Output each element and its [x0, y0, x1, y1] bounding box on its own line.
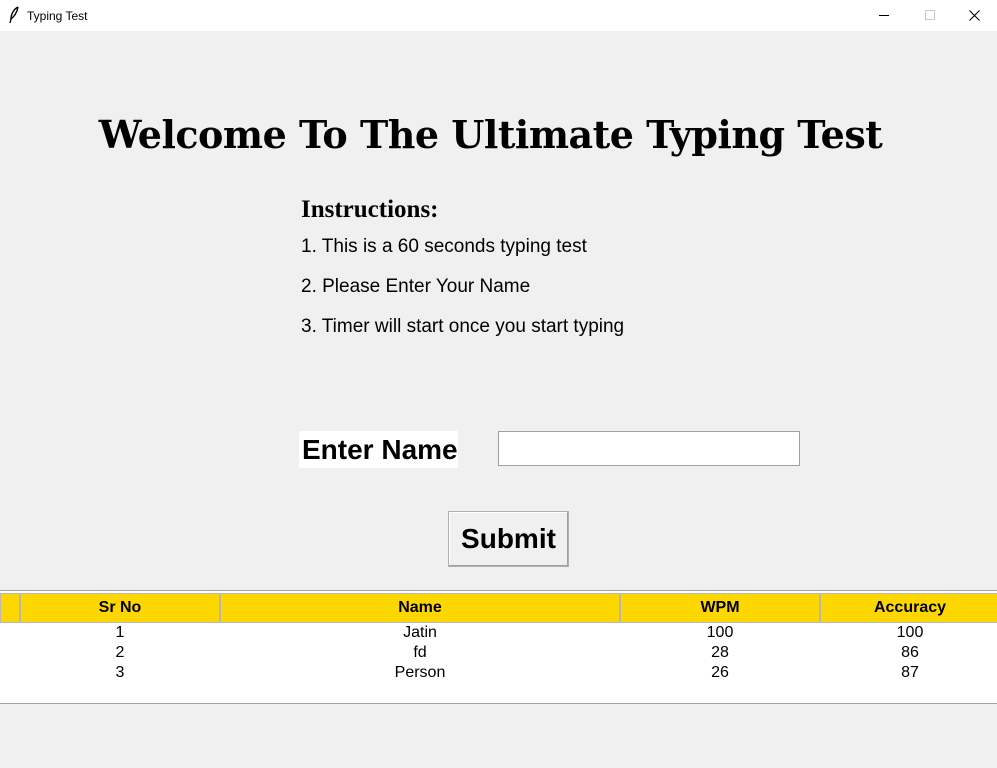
- cell-name: Person: [394, 664, 446, 681]
- cell-sr-no: 1: [115, 624, 125, 641]
- instruction-1: 1. This is a 60 seconds typing test: [301, 236, 587, 257]
- cell-wpm: 100: [706, 624, 734, 641]
- instruction-3: 3. Timer will start once you start typin…: [301, 316, 625, 337]
- column-header-name[interactable]: Name: [220, 593, 620, 623]
- table-row[interactable]: 1 Jatin 100 100: [0, 623, 997, 643]
- cell-sr-no: 3: [115, 664, 125, 681]
- maximize-icon: [925, 10, 935, 20]
- table-header-spacer: [0, 593, 20, 623]
- feather-icon: [8, 6, 20, 24]
- cell-accuracy: 87: [901, 664, 919, 681]
- table-row[interactable]: 3 Person 26 87: [0, 663, 997, 683]
- window-title: Typing Test: [27, 9, 88, 23]
- title-bar: Typing Test: [0, 0, 997, 31]
- maximize-button[interactable]: [907, 0, 953, 31]
- name-label: Enter Name: [299, 431, 458, 468]
- results-table: Sr No Name WPM Accuracy 1 Jatin 100 100 …: [0, 590, 997, 704]
- column-header-accuracy[interactable]: Accuracy: [820, 593, 997, 623]
- cell-accuracy: 86: [901, 644, 919, 661]
- page-title: Welcome To The Ultimate Typing Test: [98, 112, 883, 157]
- instructions-title: Instructions:: [301, 196, 439, 223]
- instruction-2: 2. Please Enter Your Name: [301, 276, 531, 297]
- cell-accuracy: 100: [896, 624, 924, 641]
- cell-wpm: 26: [711, 664, 729, 681]
- close-icon: [969, 10, 980, 21]
- column-header-sr-no[interactable]: Sr No: [20, 593, 220, 623]
- column-header-wpm[interactable]: WPM: [620, 593, 820, 623]
- cell-wpm: 28: [711, 644, 729, 661]
- table-row[interactable]: 2 fd 28 86: [0, 643, 997, 663]
- submit-button[interactable]: Submit: [448, 511, 569, 567]
- cell-name: fd: [413, 644, 427, 661]
- minimize-button[interactable]: [861, 0, 907, 31]
- cell-name: Jatin: [403, 624, 437, 641]
- cell-sr-no: 2: [115, 644, 125, 661]
- close-button[interactable]: [951, 0, 997, 31]
- minimize-icon: [879, 15, 889, 16]
- name-input[interactable]: [498, 431, 800, 466]
